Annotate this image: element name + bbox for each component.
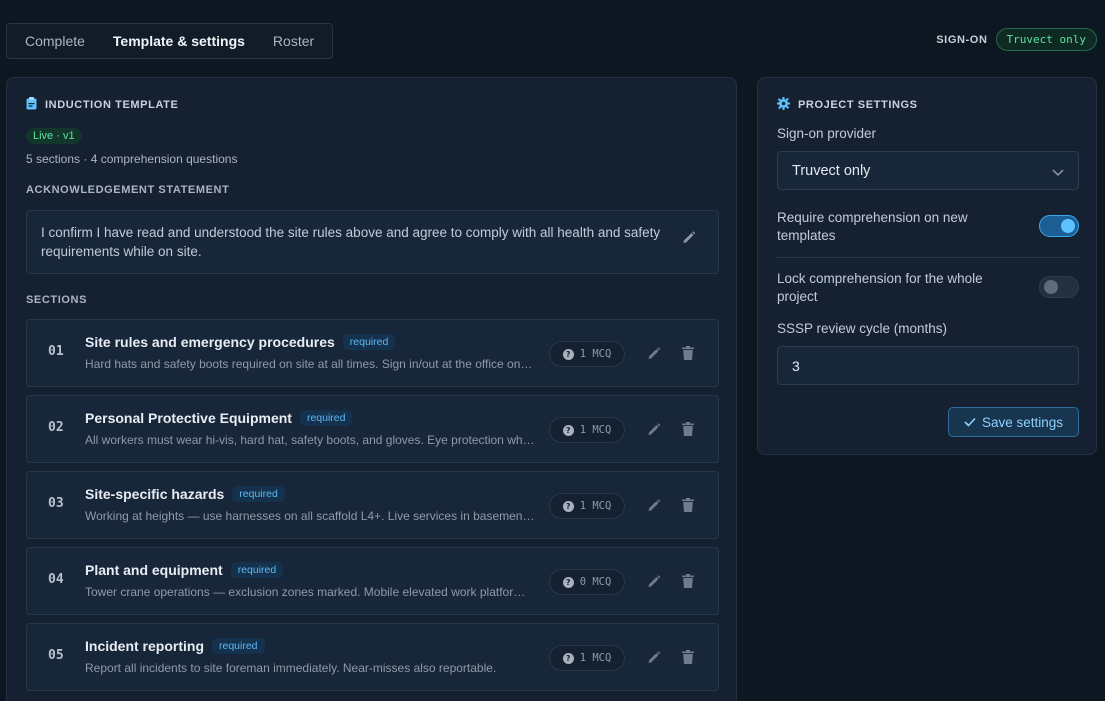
ack-text: I confirm I have read and understood the… [41,225,661,259]
sssp-label: SSSP review cycle (months) [777,321,948,336]
toggle-knob [1044,280,1058,294]
provider-value: Truvect only [792,162,871,179]
ack-statement: I confirm I have read and understood the… [26,210,719,274]
tab-roster[interactable]: Roster [259,27,328,55]
required-badge: required [232,486,285,502]
tab-complete[interactable]: Complete [11,27,99,55]
top-tabs: Complete Template & settings Roster [6,23,334,59]
section-description: Tower crane operations — exclusion zones… [85,585,535,599]
mcq-count: ? 1 MCQ [549,645,625,671]
trash-icon[interactable] [682,498,694,517]
project-settings-header: PROJECT SETTINGS [777,97,918,113]
sssp-value: 3 [792,357,800,374]
section-description: All workers must wear hi-vis, hard hat, … [85,433,535,447]
sections-label: SECTIONS [26,294,88,306]
section-title: Personal Protective Equipment [85,410,292,426]
section-number: 05 [48,648,64,663]
mcq-count: ? 1 MCQ [549,417,625,443]
toggle-knob [1061,219,1075,233]
section-number: 01 [48,344,64,359]
question-icon: ? [562,652,574,664]
require-comprehension-toggle[interactable] [1039,215,1079,237]
pencil-icon[interactable] [647,574,661,593]
chevron-down-icon [1052,165,1064,181]
require-comprehension-label: Require comprehension on new templates [777,210,968,243]
section-row[interactable]: 05 Incident reporting required Report al… [26,623,719,691]
trash-icon[interactable] [682,650,694,669]
section-title: Incident reporting [85,638,204,654]
lock-comprehension-label: Lock comprehension for the whole project [777,271,983,304]
induction-template-title: INDUCTION TEMPLATE [45,99,179,111]
section-number: 04 [48,572,64,587]
trash-icon[interactable] [682,574,694,593]
mcq-label: 1 MCQ [579,424,612,436]
signon-label: SIGN-ON [936,33,988,46]
ack-label: ACKNOWLEDGEMENT STATEMENT [26,184,230,196]
project-settings-title: PROJECT SETTINGS [798,99,918,111]
section-row[interactable]: 01 Site rules and emergency procedures r… [26,319,719,387]
pencil-icon[interactable] [647,650,661,669]
section-description: Hard hats and safety boots required on s… [85,357,535,371]
provider-label: Sign-on provider [777,126,877,141]
pencil-icon[interactable] [647,422,661,441]
pencil-icon[interactable] [647,346,661,365]
sssp-input[interactable]: 3 [777,346,1079,385]
section-title-group: Personal Protective Equipment required [85,410,353,426]
pencil-icon[interactable] [647,498,661,517]
save-settings-label: Save settings [981,414,1064,430]
project-settings-panel: PROJECT SETTINGS Sign-on provider Truvec… [757,77,1097,455]
section-title-group: Incident reporting required [85,638,265,654]
section-title-group: Site-specific hazards required [85,486,285,502]
section-title: Plant and equipment [85,562,223,578]
section-row[interactable]: 03 Site-specific hazards required Workin… [26,471,719,539]
question-icon: ? [562,348,574,360]
section-title: Site rules and emergency procedures [85,334,335,350]
mcq-label: 1 MCQ [579,348,612,360]
mcq-label: 0 MCQ [579,576,612,588]
question-icon: ? [562,424,574,436]
required-badge: required [212,638,265,654]
mcq-count: ? 1 MCQ [549,493,625,519]
trash-icon[interactable] [682,422,694,441]
signon-indicator: SIGN-ON Truvect only [936,28,1097,51]
divider [777,257,1079,258]
save-settings-button[interactable]: Save settings [948,407,1079,437]
lock-comprehension-toggle[interactable] [1039,276,1079,298]
mcq-label: 1 MCQ [579,652,612,664]
trash-icon[interactable] [682,346,694,365]
mcq-count: ? 0 MCQ [549,569,625,595]
section-row[interactable]: 02 Personal Protective Equipment require… [26,395,719,463]
section-number: 03 [48,496,64,511]
required-badge: required [230,562,284,578]
mcq-label: 1 MCQ [579,500,612,512]
tab-template-settings[interactable]: Template & settings [99,27,259,55]
section-number: 02 [48,420,64,435]
provider-select[interactable]: Truvect only [777,151,1079,190]
gear-icon [777,97,790,113]
live-version-badge: Live · v1 [26,128,82,144]
section-title-group: Plant and equipment required [85,562,284,578]
pencil-icon[interactable] [682,230,696,249]
question-icon: ? [562,500,574,512]
induction-template-header: INDUCTION TEMPLATE [26,97,178,113]
question-icon: ? [562,576,574,588]
section-row[interactable]: 04 Plant and equipment required Tower cr… [26,547,719,615]
induction-template-panel: INDUCTION TEMPLATE Live · v1 5 sections … [6,77,737,701]
section-title: Site-specific hazards [85,486,225,502]
check-icon [964,415,976,430]
signon-badge: Truvect only [995,28,1097,51]
section-description: Working at heights — use harnesses on al… [85,509,535,523]
mcq-count: ? 1 MCQ [549,341,625,367]
required-badge: required [342,334,396,350]
section-title-group: Site rules and emergency procedures requ… [85,334,396,350]
template-meta: 5 sections · 4 comprehension questions [26,152,238,166]
section-description: Report all incidents to site foreman imm… [85,661,497,675]
clipboard-icon [26,97,37,113]
required-badge: required [299,410,353,426]
